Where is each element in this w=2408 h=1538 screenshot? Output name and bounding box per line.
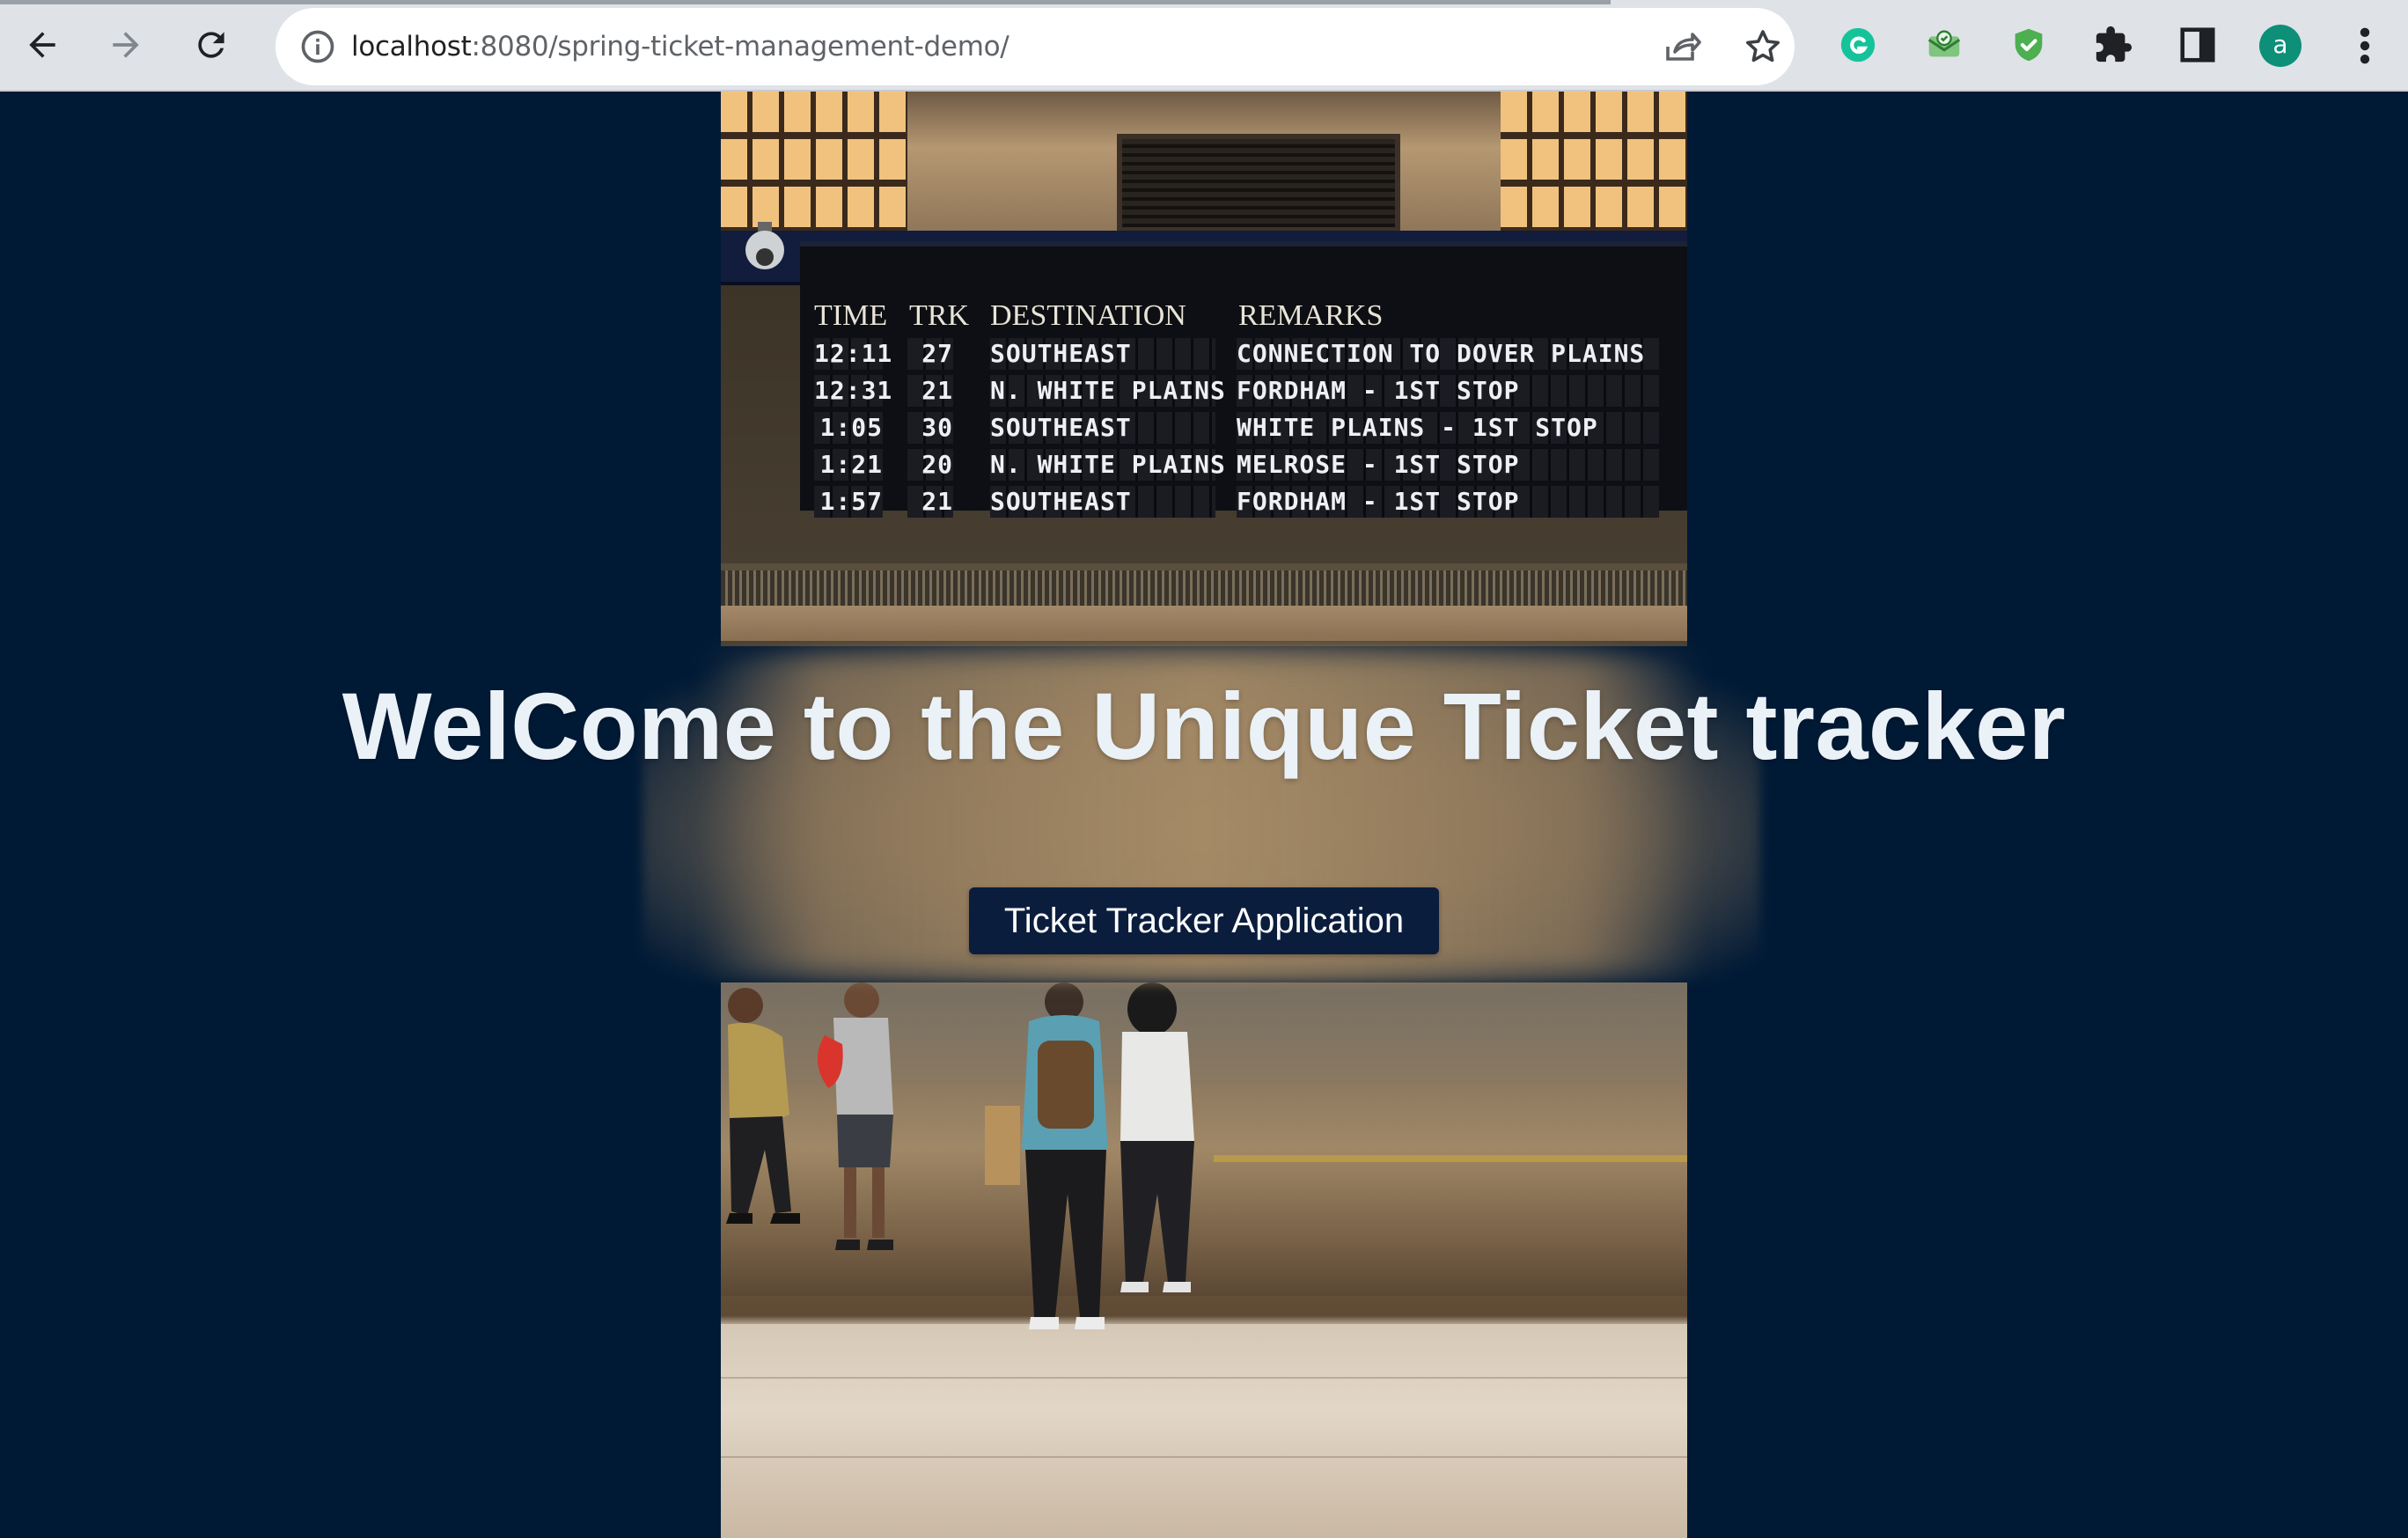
board-row: 1:21 20 N. WHITE PLAINS MELROSE - 1ST STOP [721,449,1687,484]
mail-extension-icon [1927,30,1961,57]
board-cell-time: 12:31 [814,376,893,405]
board-cell-remarks: FORDHAM - 1ST STOP [1237,376,1520,405]
url-path: :8080/spring-ticket-management-demo/ [471,31,1009,63]
kebab-menu-icon[interactable] [2352,23,2378,69]
url-text[interactable]: localhost:8080/spring-ticket-management-… [351,8,1009,85]
forward-button[interactable] [97,16,155,74]
woman-with-backpack [985,982,1108,1329]
shield-extension-icon [2015,28,2043,62]
column-remarks: REMARKS [1238,299,1384,332]
board-cell-trk: 20 [921,450,953,479]
board-cell-time: 1:57 [819,487,883,516]
browser-toolbar: localhost:8080/spring-ticket-management-… [0,0,2408,92]
ledge-base [721,606,1687,641]
board-column-headers: TIME TRK DESTINATION REMARKS [721,299,1687,335]
board-cell-remarks: FORDHAM - 1ST STOP [1237,487,1520,516]
standing-man [817,982,893,1250]
extensions-button[interactable] [2088,19,2139,70]
board-row: 1:57 21 SOUTHEAST FORDHAM - 1ST STOP [721,486,1687,521]
address-bar[interactable]: localhost:8080/spring-ticket-management-… [275,8,1795,85]
board-row: 12:11 27 SOUTHEAST CONNECTION TO DOVER PLAI… [721,338,1687,373]
page-content: HARLEM LINE DEPARTURES TIME TRK DESTINAT… [0,92,2408,1538]
column-destination: DESTINATION [990,299,1186,332]
page-headline: WelCome to the Unique Ticket tracker [341,673,2067,779]
woman-in-white [1120,982,1194,1292]
mail-extension[interactable] [1919,19,1970,70]
board-cell-dest: N. WHITE PLAINS [990,450,1226,479]
board-row: 12:31 21 N. WHITE PLAINS FORDHAM - 1ST STOP [721,375,1687,410]
forward-arrow-icon [113,32,139,58]
share-icon[interactable] [1661,26,1703,68]
board-cell-trk: 21 [921,487,953,516]
board-cell-remarks: CONNECTION TO DOVER PLAINS [1237,339,1646,368]
board-cell-time: 1:21 [819,450,883,479]
running-man [726,988,800,1224]
security-camera-icon [745,222,784,269]
board-cell-remarks: WHITE PLAINS - 1ST STOP [1237,413,1598,442]
ticket-hall [721,982,1687,1538]
tab-strip-edge [0,0,1611,4]
board-cell-remarks: MELROSE - 1ST STOP [1237,450,1520,479]
back-arrow-icon [29,32,55,58]
arched-window [1501,92,1687,231]
vent-grille [1117,134,1400,232]
grammarly-extension[interactable] [1832,19,1883,70]
board-cell-trk: 21 [921,376,953,405]
reload-button[interactable] [182,16,240,74]
arched-window [721,92,907,231]
board-cell-dest: SOUTHEAST [990,339,1132,368]
back-button[interactable] [13,16,71,74]
column-time: TIME [814,299,888,332]
board-cell-dest: SOUTHEAST [990,413,1132,442]
grammarly-icon [1840,27,1876,63]
board-cell-time: 1:05 [819,413,883,442]
board-cell-dest: SOUTHEAST [990,487,1132,516]
board-row: 1:05 30 SOUTHEAST WHITE PLAINS - 1ST STOP [721,412,1687,447]
url-host: localhost [351,31,472,63]
side-panel-icon [2180,27,2215,63]
bookmark-star-icon[interactable] [1742,26,1784,68]
site-info-icon[interactable] [298,27,337,66]
extensions-puzzle-icon [2096,26,2133,63]
column-track: TRK [909,299,969,332]
reload-icon [198,32,224,58]
ticket-tracker-button[interactable]: Ticket Tracker Application [969,887,1439,954]
travelers-illustration [726,982,1194,1329]
side-panel-button[interactable] [2172,19,2223,70]
board-cell-trk: 27 [921,339,953,368]
board-cell-time: 12:11 [814,339,893,368]
board-cell-dest: N. WHITE PLAINS [990,376,1226,405]
profile-avatar[interactable]: a [2259,25,2302,67]
shield-extension[interactable] [2003,19,2054,70]
board-cell-trk: 30 [921,413,953,442]
